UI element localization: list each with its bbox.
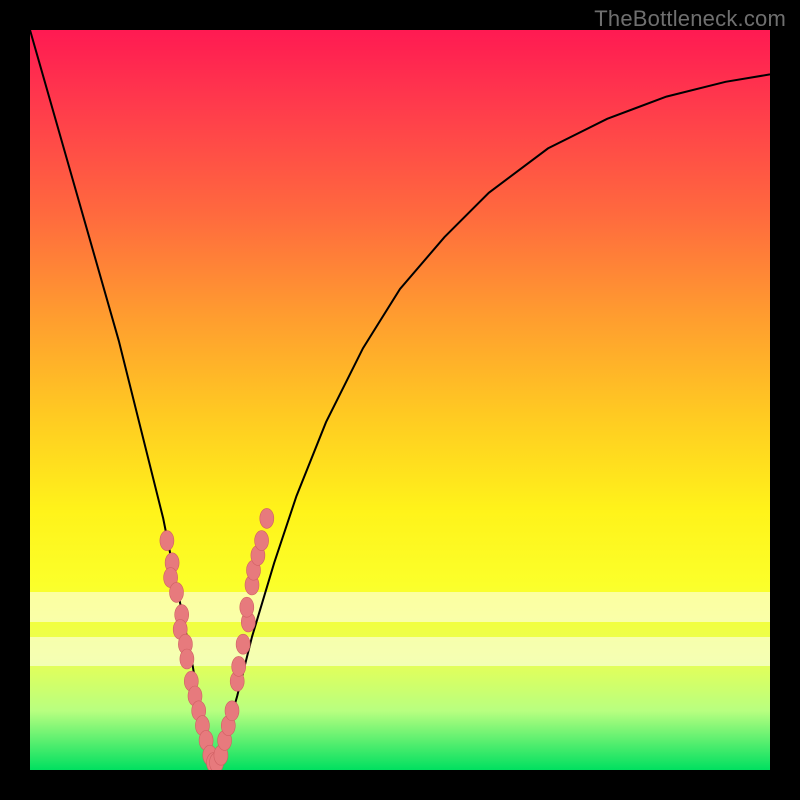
sample-dot [236, 634, 250, 654]
sample-dot [225, 701, 239, 721]
watermark-text: TheBottleneck.com [594, 6, 786, 32]
bottleneck-curve-path [30, 30, 770, 770]
sample-dot [255, 531, 269, 551]
sample-dot [180, 649, 194, 669]
sample-dot [260, 508, 274, 528]
sample-dot [240, 597, 254, 617]
plot-area [30, 30, 770, 770]
chart-svg [30, 30, 770, 770]
sample-dot [170, 582, 184, 602]
chart-stage: TheBottleneck.com [0, 0, 800, 800]
sample-dots-group [160, 508, 274, 770]
sample-dot [160, 531, 174, 551]
sample-dot [232, 656, 246, 676]
